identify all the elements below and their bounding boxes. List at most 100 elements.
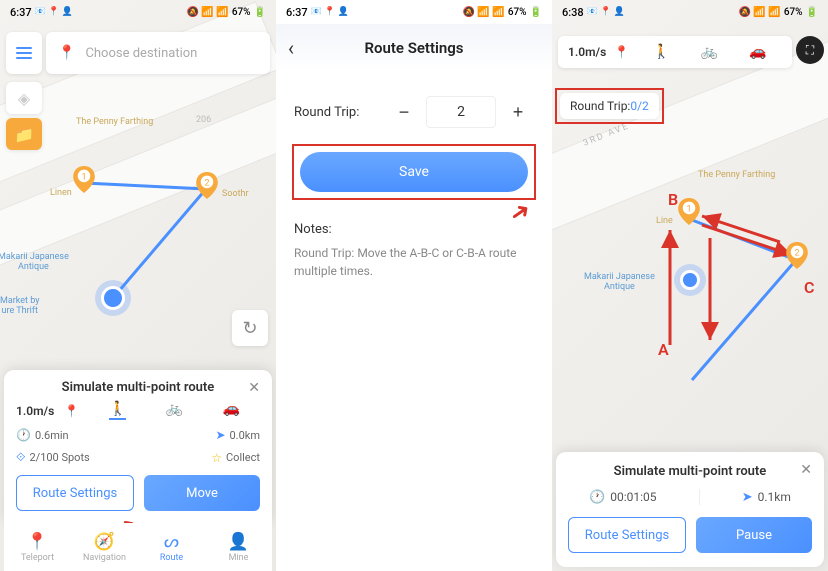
status-bar: 6:37📧 📍 👤 🔕 📶 📶67%🔋: [0, 0, 276, 24]
decrement-button[interactable]: −: [388, 96, 420, 128]
poi-makarii: Makarii Japanese Antique: [584, 272, 655, 292]
increment-button[interactable]: +: [502, 96, 534, 128]
phone-1-map-screen: 1 2 The Penny Farthing Linen Soothr Maka…: [0, 0, 276, 571]
nav-icon: ➤: [742, 490, 753, 505]
poi-makarii: Makarii Japanese Antique: [0, 252, 69, 272]
round-trip-highlight: Round Trip:0/2: [555, 88, 664, 124]
building-number: 206: [196, 115, 211, 125]
nav-icon: ➤: [215, 428, 225, 442]
collect-button[interactable]: ☆Collect: [211, 450, 260, 465]
mode-car[interactable]: 🚗: [749, 44, 766, 60]
svg-text:2: 2: [204, 179, 209, 189]
tab-mine[interactable]: 👤Mine: [205, 523, 272, 571]
waypoint-2-pin[interactable]: 2: [196, 172, 218, 199]
round-trip-label: Round Trip:: [294, 105, 359, 120]
route-settings-button[interactable]: Route Settings: [16, 475, 134, 511]
distance-info: ➤0.1km: [742, 489, 791, 505]
notes-body: Round Trip: Move the A-B-C or C-B-A rout…: [294, 244, 534, 280]
battery-percent: 67%: [508, 7, 527, 18]
clock-icon: 🕐: [589, 490, 605, 505]
elapsed-time: 🕐00:01:05: [589, 489, 656, 505]
mine-icon: 👤: [228, 532, 249, 552]
speed-value: 1.0m/s: [16, 404, 54, 418]
close-sheet-button[interactable]: ✕: [800, 462, 812, 478]
label-b: B: [668, 190, 678, 209]
poi-linen: Linen: [50, 188, 72, 198]
poi-soothr: Soothr: [222, 189, 249, 199]
notes-section: Notes: Round Trip: Move the A-B-C or C-B…: [294, 220, 534, 280]
poi-linen: Line: [656, 216, 673, 226]
teleport-icon: 📍: [27, 532, 48, 552]
move-button[interactable]: Move: [144, 475, 260, 511]
search-placeholder: Choose destination: [85, 46, 197, 61]
tab-route[interactable]: ᔕRoute: [138, 523, 205, 571]
sheet-title: Simulate multi-point route: [16, 380, 260, 395]
route-sheet: Simulate multi-point route ✕ 1.0m/s 📍 🚶 …: [4, 370, 272, 523]
tab-navigation[interactable]: 🧭Navigation: [71, 523, 138, 571]
status-bar: 6:38📧 📍 👤 🔕 📶 📶67%🔋: [552, 0, 828, 24]
duration-info: 🕐0.6min: [16, 428, 69, 442]
mode-bike[interactable]: 🚲: [701, 44, 718, 60]
destination-search[interactable]: 📍 Choose destination: [46, 32, 270, 74]
navigation-icon: 🧭: [94, 532, 115, 552]
mode-car[interactable]: 🚗: [223, 401, 240, 420]
mode-walk[interactable]: 🚶: [653, 44, 670, 60]
waypoint-2-pin[interactable]: 2: [786, 242, 808, 269]
current-location-dot: [680, 270, 700, 290]
poi-penny-farthing: The Penny Farthing: [698, 170, 775, 180]
menu-button[interactable]: [6, 32, 42, 74]
save-highlight: Save: [292, 144, 536, 200]
refresh-button[interactable]: ↻: [232, 310, 268, 346]
spots-icon: ⟐: [16, 450, 25, 465]
status-bar: 6:37📧 📍 👤 🔕 📶 📶67%🔋: [276, 0, 552, 24]
round-trip-stepper: − 2 +: [388, 96, 534, 128]
sheet-title: Simulate multi-point route: [568, 464, 812, 479]
route-icon: ᔕ: [164, 532, 179, 552]
poi-penny-farthing: The Penny Farthing: [76, 117, 153, 127]
pin-icon: 📍: [58, 45, 75, 61]
label-c: C: [804, 278, 814, 297]
folder-button[interactable]: 📁: [6, 118, 42, 150]
round-trip-badge: Round Trip:0/2: [560, 93, 659, 119]
poi-market: Market by ure Thrift: [0, 296, 40, 316]
mode-bike[interactable]: 🚲: [166, 401, 183, 420]
svg-text:2: 2: [794, 249, 799, 259]
notes-title: Notes:: [294, 220, 534, 240]
tab-teleport[interactable]: 📍Teleport: [4, 523, 71, 571]
label-a: A: [658, 340, 669, 359]
pause-button[interactable]: Pause: [696, 517, 812, 553]
star-icon: ☆: [211, 451, 222, 465]
svg-text:1: 1: [686, 205, 691, 215]
speed-pin-icon: 📍: [64, 404, 79, 418]
pin-icon: 📍: [614, 45, 629, 59]
distance-info: ➤0.0km: [215, 428, 260, 442]
close-sheet-button[interactable]: ✕: [248, 380, 260, 396]
round-trip-row: Round Trip: − 2 +: [276, 96, 552, 128]
tab-bar: 📍Teleport 🧭Navigation ᔕRoute 👤Mine: [4, 523, 272, 571]
page-title: Route Settings: [364, 39, 463, 57]
waypoint-1-pin[interactable]: 1: [73, 166, 95, 193]
speed-value: 1.0m/s: [568, 45, 606, 59]
phone-3-running-route: 1 2 The Penny Farthing Line Makarii Japa…: [552, 0, 828, 571]
route-sheet: Simulate multi-point route ✕ 🕐00:01:05 ➤…: [556, 452, 824, 567]
current-location-dot: [101, 286, 125, 310]
svg-text:1: 1: [81, 173, 86, 183]
floating-scan-button[interactable]: ⛶: [796, 36, 824, 64]
header: ‹ Route Settings: [276, 24, 552, 72]
spots-info: ⟐2/100 Spots: [16, 450, 90, 465]
battery-percent: 67%: [784, 7, 803, 18]
route-settings-button[interactable]: Route Settings: [568, 517, 686, 553]
phone-2-route-settings: 6:37📧 📍 👤 🔕 📶 📶67%🔋 ‹ Route Settings Rou…: [276, 0, 552, 571]
status-time: 6:37: [286, 6, 308, 19]
mode-walk[interactable]: 🚶: [109, 401, 126, 420]
back-button[interactable]: ‹: [288, 36, 294, 60]
speed-card: 1.0m/s 📍 🚶 🚲 🚗: [558, 36, 792, 68]
save-button[interactable]: Save: [300, 152, 528, 192]
layers-button[interactable]: ◈: [6, 82, 42, 114]
battery-percent: 67%: [232, 7, 251, 18]
clock-icon: 🕐: [16, 428, 31, 442]
status-time: 6:37: [10, 6, 32, 19]
status-time: 6:38: [562, 6, 584, 19]
round-trip-value[interactable]: 2: [426, 96, 496, 128]
waypoint-1-pin[interactable]: 1: [678, 198, 700, 225]
